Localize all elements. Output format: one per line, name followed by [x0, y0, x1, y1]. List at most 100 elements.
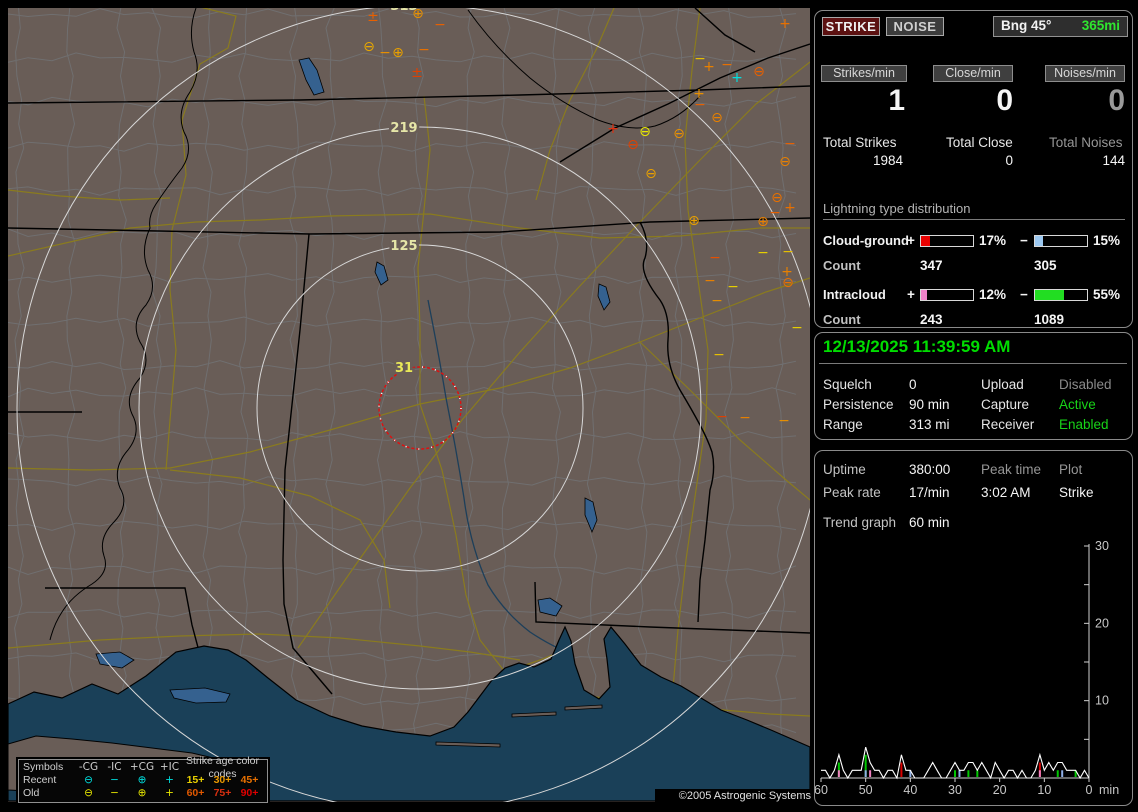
recent-ic-pos-icon: +: [157, 774, 182, 787]
trend-x-tick-label: 0: [1086, 783, 1093, 797]
legend-header-ic-neg: -IC: [102, 761, 127, 774]
squelch-label: Squelch: [823, 377, 872, 392]
lightning-detector-app: 31125219313 ±⊕−⊖−⊕−±+−+−⊖++−⊖+⊖⊖⊖−⊖⊖⊖⊕⊕+…: [0, 0, 1138, 812]
legend-header-cg-neg: -CG: [75, 761, 102, 774]
strike-ic_neg-icon: −: [434, 17, 446, 33]
old-cg-pos-icon: ⊕: [127, 787, 157, 800]
copyright-notice: ©2005 Astrogenic Systems: [655, 789, 813, 804]
map-legend: Symbols -CG -IC +CG +IC Strike age color…: [18, 759, 268, 803]
recent-ic-neg-icon: −: [102, 774, 127, 787]
total-strikes-label: Total Strikes: [823, 135, 897, 150]
cg-pos-bar: [920, 235, 974, 247]
strike-cg_pos-icon: ⊕: [688, 213, 700, 229]
close-per-min-button[interactable]: Close/min: [933, 65, 1013, 82]
receiver-label: Receiver: [981, 417, 1034, 432]
minus-sign: −: [1020, 233, 1028, 248]
strike-mode-button[interactable]: STRIKE: [822, 17, 880, 36]
counters-panel: STRIKE NOISE Bng 45° 365mi Strikes/min 1…: [814, 10, 1133, 328]
capture-label: Capture: [981, 397, 1029, 412]
strikes-per-min-button[interactable]: Strikes/min: [821, 65, 907, 82]
cg-pos-count: 347: [920, 258, 943, 273]
bearing-range-box: Bng 45° 365mi: [993, 16, 1128, 37]
plot-mode-value: Strike: [1059, 485, 1094, 500]
strike-ic_neg-icon: −: [716, 409, 728, 425]
trend-x-unit: min: [1099, 783, 1119, 797]
range-ring-label: 125: [390, 239, 417, 254]
plot-label: Plot: [1059, 462, 1082, 477]
plus-sign: +: [907, 233, 915, 248]
total-close-value: 0: [929, 153, 1013, 168]
trend-y-tick-label: 10: [1095, 694, 1109, 708]
status-panel: 12/13/2025 11:39:59 AM Squelch 0 Upload …: [814, 332, 1133, 440]
minus-sign-2: −: [1020, 287, 1028, 302]
strike-ic_pos-icon: +: [731, 70, 743, 86]
legend-old-label: Old: [23, 787, 75, 800]
total-noises-value: 144: [1041, 153, 1125, 168]
age-60: 60+: [182, 787, 209, 800]
strike-ic_pos-icon: +: [607, 121, 619, 137]
datetime-divider: [819, 363, 1127, 364]
total-noises-label: Total Noises: [1049, 135, 1123, 150]
ic-pos-pct: 12%: [979, 287, 1006, 302]
peak-time-value: 3:02 AM: [981, 485, 1031, 500]
uptime-label: Uptime: [823, 462, 866, 477]
strike-cg_neg-icon: ⊖: [711, 110, 723, 126]
strike-cg_neg-icon: ⊖: [779, 154, 791, 170]
bearing-label: Bng 45°: [1001, 18, 1051, 33]
strike-ic_neg-icon: −: [791, 320, 803, 336]
strike-ic_neg-icon: −: [418, 42, 430, 58]
peak-time-label: Peak time: [981, 462, 1041, 477]
plus-sign-2: +: [907, 287, 915, 302]
trend-panel: Uptime 380:00 Peak time Plot Peak rate 1…: [814, 450, 1133, 806]
strike-cg_neg-icon: ⊖: [782, 275, 794, 291]
strike-cg_pos-icon: ⊕: [392, 45, 404, 61]
legend-header-symbols: Symbols: [23, 761, 75, 774]
old-ic-neg-icon: −: [102, 787, 127, 800]
trend-x-tick-label: 20: [993, 783, 1007, 797]
range-value: 313 mi: [909, 417, 950, 432]
trend-window-value: 60 min: [909, 515, 950, 530]
persistence-value: 90 min: [909, 397, 950, 412]
range-label: Range: [823, 417, 863, 432]
bearing-range-value: 365mi: [1082, 18, 1120, 33]
total-strikes-value: 1984: [819, 153, 903, 168]
intracloud-label: Intracloud: [823, 287, 886, 302]
legend-recent-label: Recent: [23, 774, 75, 787]
strike-cg_neg-icon: ⊖: [627, 137, 639, 153]
trend-y-tick-label: 20: [1095, 616, 1109, 630]
trend-x-tick-label: 60: [815, 783, 828, 797]
strike-cg_neg-icon: ⊖: [753, 64, 765, 80]
strike-ic_neg-icon: −: [727, 279, 739, 295]
strike-ic_neg-icon: −: [704, 273, 716, 289]
cg-count-label: Count: [823, 258, 861, 273]
ic-neg-bar: [1034, 289, 1088, 301]
noise-mode-button[interactable]: NOISE: [886, 17, 944, 36]
strike-ic_pos-icon: +: [784, 200, 796, 216]
strike-cg_neg-icon: ⊖: [363, 39, 375, 55]
strike-ic_neg-icon: −: [379, 45, 391, 61]
total-close-label: Total Close: [946, 135, 1013, 150]
recent-cg-pos-icon: ⊕: [127, 774, 157, 787]
cg-neg-bar: [1034, 235, 1088, 247]
map-canvas[interactable]: 31125219313 ±⊕−⊖−⊕−±+−+−⊖++−⊖+⊖⊖⊖−⊖⊖⊖⊕⊕+…: [8, 8, 810, 802]
noises-per-min-button[interactable]: Noises/min: [1045, 65, 1125, 82]
trend-y-tick-label: 30: [1095, 539, 1109, 553]
uptime-value: 380:00: [909, 462, 950, 477]
close-per-min-value: 0: [929, 85, 1013, 117]
strike-cg_neg-icon: ⊖: [645, 166, 657, 182]
ic-neg-count: 1089: [1034, 312, 1064, 327]
strike-cg_pos-icon: ⊕: [412, 8, 424, 22]
strike-ic_neg-icon: −: [784, 136, 796, 152]
strike-ic_neg-icon: −: [694, 97, 706, 113]
trend-x-tick-label: 50: [859, 783, 873, 797]
cg-neg-count: 305: [1034, 258, 1057, 273]
strike-cg_neg-icon: ⊖: [673, 126, 685, 142]
age-90: 90+: [236, 787, 263, 800]
strike-ic_neg-icon: −: [711, 293, 723, 309]
legend-header-ic-pos: +IC: [157, 761, 182, 774]
peak-rate-value: 17/min: [909, 485, 950, 500]
range-ring-label: 31: [395, 361, 413, 376]
old-ic-pos-icon: +: [157, 787, 182, 800]
strike-map[interactable]: 31125219313 ±⊕−⊖−⊕−±+−+−⊖++−⊖+⊖⊖⊖−⊖⊖⊖⊕⊕+…: [8, 8, 810, 802]
squelch-value: 0: [909, 377, 917, 392]
